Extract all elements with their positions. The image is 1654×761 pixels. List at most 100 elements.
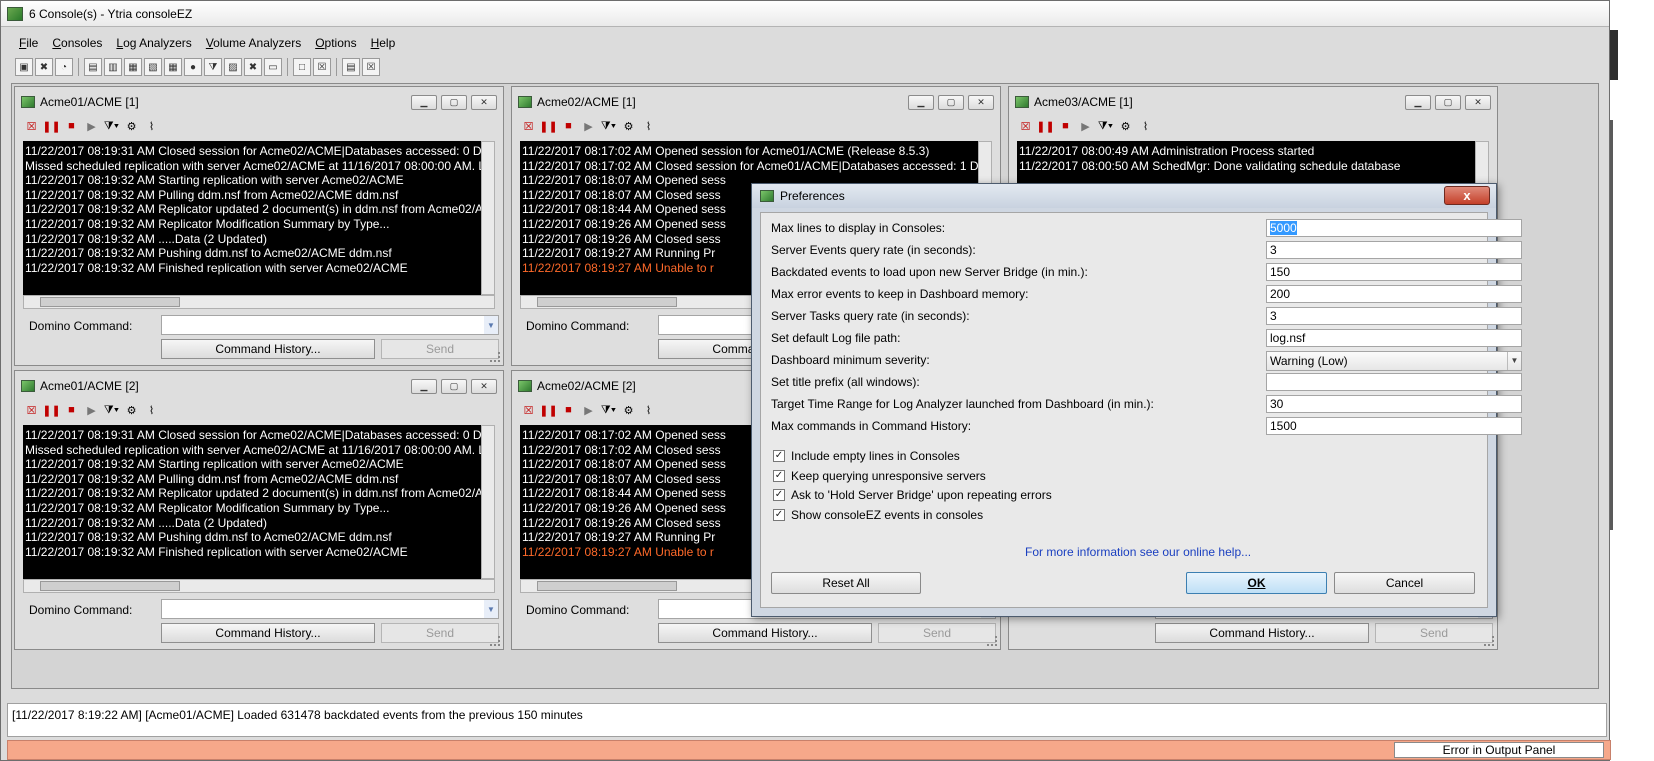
checkbox-icon[interactable]: ✓ [773, 469, 785, 482]
stop-bridge-icon[interactable]: ☒ [520, 402, 537, 419]
preference-input[interactable]: 200 [1266, 285, 1522, 303]
stop-icon[interactable]: ■ [1057, 118, 1074, 135]
server-tasks-icon[interactable]: ⚙ [1117, 118, 1134, 135]
maximize-icon[interactable]: ▢ [938, 94, 964, 110]
menu-options[interactable]: Options [315, 33, 356, 53]
server-tasks-icon[interactable]: ⚙ [123, 118, 140, 135]
stats-icon[interactable]: ⌇ [640, 402, 657, 419]
preference-checkbox[interactable]: ✓ Include empty lines in Consoles [773, 449, 960, 463]
window-icon[interactable]: □ [293, 58, 311, 76]
play-icon[interactable]: ▶ [1077, 118, 1094, 135]
pause-icon[interactable]: ❚❚ [1036, 118, 1054, 135]
menu-volume-analyzers[interactable]: Volume Analyzers [206, 33, 301, 53]
resize-grip[interactable] [987, 636, 997, 646]
command-history-button[interactable]: Command History... [1155, 623, 1369, 643]
pause-icon[interactable]: ❚❚ [42, 118, 60, 135]
filter-icon[interactable]: ⧩▾ [600, 402, 617, 419]
domino-command-input[interactable]: ▼ [161, 315, 499, 335]
filter-icon[interactable]: ⧩ [204, 58, 222, 76]
preference-input[interactable]: 5000 [1266, 219, 1522, 237]
tile-grid-icon[interactable]: ▧ [144, 58, 162, 76]
preference-input[interactable]: 150 [1266, 263, 1522, 281]
play-icon[interactable]: ▶ [580, 402, 597, 419]
ok-button[interactable]: OK [1186, 572, 1327, 594]
server-tasks-icon[interactable]: ⚙ [123, 402, 140, 419]
close-icon[interactable]: ✕ [471, 378, 497, 394]
preference-input[interactable]: 30 [1266, 395, 1522, 413]
resize-grip[interactable] [490, 352, 500, 362]
toolbox-icon[interactable]: ▭ [264, 58, 282, 76]
maximize-icon[interactable]: ▢ [441, 378, 467, 394]
stop-icon[interactable]: ■ [560, 118, 577, 135]
close-window-icon[interactable]: ☒ [313, 58, 331, 76]
horizontal-scrollbar[interactable] [23, 579, 495, 593]
reset-all-button[interactable]: Reset All [771, 572, 921, 594]
command-history-button[interactable]: Command History... [658, 623, 872, 643]
scroll-thumb[interactable] [537, 581, 677, 591]
send-button[interactable]: Send [381, 623, 499, 643]
scroll-thumb[interactable] [537, 297, 677, 307]
tile-icon[interactable]: ▥ [104, 58, 122, 76]
minimize-icon[interactable]: ▁ [908, 94, 934, 110]
scroll-thumb[interactable] [40, 581, 180, 591]
send-button[interactable]: Send [878, 623, 996, 643]
preference-input[interactable] [1266, 373, 1522, 391]
send-button[interactable]: Send [381, 339, 499, 359]
stop-bridge-icon[interactable]: ☒ [1017, 118, 1034, 135]
menu-help[interactable]: Help [371, 33, 396, 53]
scroll-thumb[interactable] [40, 297, 180, 307]
server-tasks-icon[interactable]: ⚙ [620, 402, 637, 419]
cascade-icon[interactable]: ▤ [84, 58, 102, 76]
play-icon[interactable]: ▶ [580, 118, 597, 135]
color-icon[interactable]: ● [184, 58, 202, 76]
cancel-button[interactable]: Cancel [1334, 572, 1475, 594]
play-icon[interactable]: ▶ [83, 118, 100, 135]
horizontal-scrollbar[interactable] [23, 295, 495, 309]
minimize-icon[interactable]: ▁ [411, 94, 437, 110]
menu-file[interactable]: File [19, 33, 38, 53]
maximize-icon[interactable]: ▢ [441, 94, 467, 110]
stats-icon[interactable]: ⌇ [143, 402, 160, 419]
send-button[interactable]: Send [1375, 623, 1493, 643]
grid-icon[interactable]: ▦ [164, 58, 182, 76]
command-history-button[interactable]: Command History... [161, 339, 375, 359]
resize-grip[interactable] [490, 636, 500, 646]
pause-icon[interactable]: ❚❚ [539, 402, 557, 419]
dashboard-icon[interactable]: ◔ [55, 58, 73, 76]
preference-checkbox[interactable]: ✓ Show consoleEZ events in consoles [773, 508, 983, 522]
stop-icon[interactable]: ■ [63, 118, 80, 135]
stats-icon[interactable]: ⌇ [1137, 118, 1154, 135]
chevron-down-icon[interactable]: ▼ [484, 600, 498, 618]
menu-consoles[interactable]: Consoles [52, 33, 102, 53]
online-help-link[interactable]: For more information see our online help… [1025, 545, 1251, 559]
close-icon[interactable]: ✕ [471, 94, 497, 110]
stop-bridge-icon[interactable]: ☒ [520, 118, 537, 135]
close-icon[interactable]: ✕ [968, 94, 994, 110]
severity-select[interactable]: Warning (Low) ▼ [1266, 351, 1522, 371]
maximize-icon[interactable]: ▢ [1435, 94, 1461, 110]
close-icon[interactable]: ✕ [1465, 94, 1491, 110]
database-icon[interactable]: ▨ [224, 58, 242, 76]
minimize-icon[interactable]: ▁ [1405, 94, 1431, 110]
stats-icon[interactable]: ⌇ [143, 118, 160, 135]
vertical-scrollbar[interactable] [481, 141, 495, 295]
minimize-icon[interactable]: ▁ [411, 378, 437, 394]
stop-bridge-icon[interactable]: ☒ [23, 118, 40, 135]
preference-input[interactable]: 3 [1266, 307, 1522, 325]
dialog-close-button[interactable]: x [1444, 186, 1490, 205]
filter-icon[interactable]: ⧩▾ [103, 402, 120, 419]
menu-log-analyzers[interactable]: Log Analyzers [116, 33, 191, 53]
pause-icon[interactable]: ❚❚ [42, 402, 60, 419]
preference-checkbox[interactable]: ✓ Keep querying unresponsive servers [773, 469, 986, 483]
tile-vertical-icon[interactable]: ▦ [124, 58, 142, 76]
chevron-down-icon[interactable]: ▼ [1507, 352, 1521, 370]
filter-icon[interactable]: ⧩▾ [600, 118, 617, 135]
command-history-button[interactable]: Command History... [161, 623, 375, 643]
stop-icon[interactable]: ■ [560, 402, 577, 419]
domino-command-input[interactable]: ▼ [161, 599, 499, 619]
server-tasks-icon[interactable]: ⚙ [620, 118, 637, 135]
pause-icon[interactable]: ❚❚ [539, 118, 557, 135]
stop-bridge-icon[interactable]: ☒ [23, 402, 40, 419]
stats-icon[interactable]: ⌇ [640, 118, 657, 135]
filter-icon[interactable]: ⧩▾ [103, 118, 120, 135]
